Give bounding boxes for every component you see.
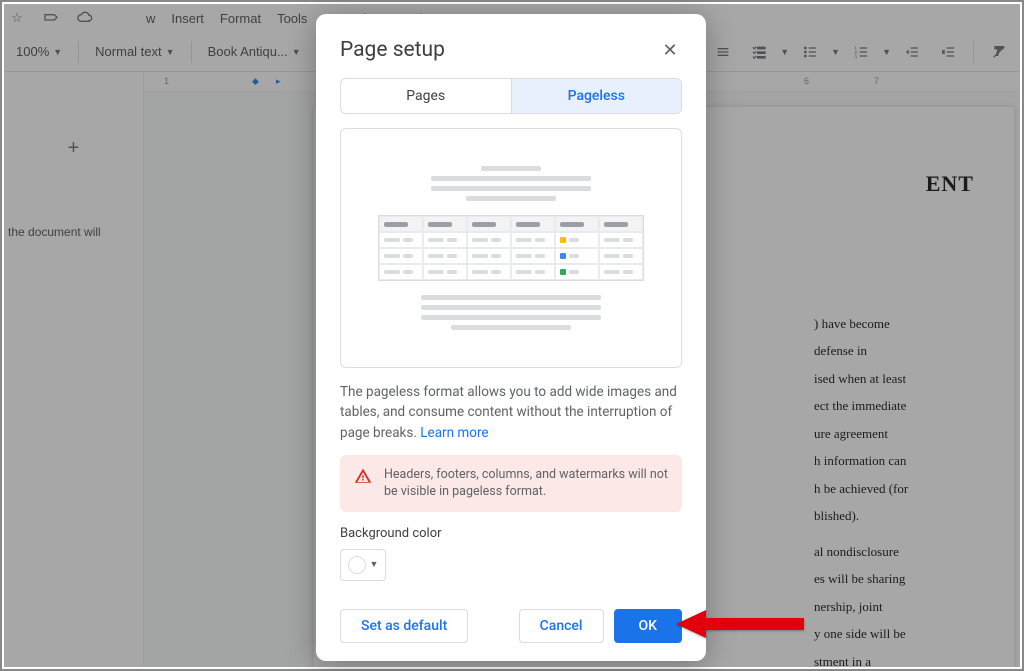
chevron-down-icon: ▼ — [370, 559, 379, 570]
set-default-button[interactable]: Set as default — [340, 609, 468, 643]
pageless-preview — [340, 128, 682, 368]
warning-icon — [354, 467, 372, 491]
learn-more-link[interactable]: Learn more — [420, 425, 488, 441]
white-swatch-icon — [348, 556, 366, 574]
ok-button[interactable]: OK — [614, 609, 683, 643]
bg-color-picker[interactable]: ▼ — [340, 549, 386, 581]
page-setup-dialog: Page setup ✕ Pages Pageless The pageless… — [316, 14, 706, 661]
dialog-description: The pageless format allows you to add wi… — [340, 382, 682, 443]
dialog-title: Page setup — [340, 38, 445, 62]
warning-banner: Headers, footers, columns, and watermark… — [340, 455, 682, 512]
tab-pages[interactable]: Pages — [341, 79, 512, 113]
close-icon[interactable]: ✕ — [658, 38, 682, 62]
bg-color-label: Background color — [340, 526, 682, 541]
tab-pageless[interactable]: Pageless — [512, 79, 682, 113]
tabs: Pages Pageless — [340, 78, 682, 114]
cancel-button[interactable]: Cancel — [519, 609, 604, 643]
